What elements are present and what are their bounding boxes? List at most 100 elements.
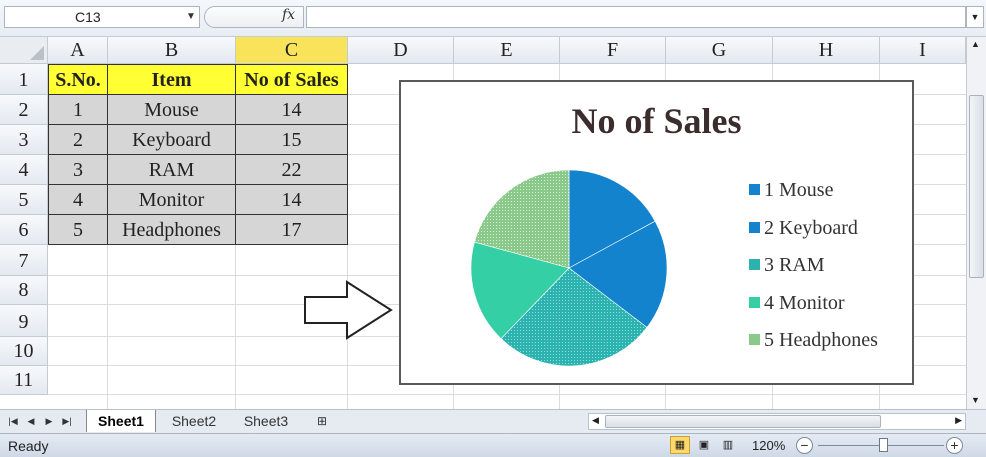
row-header-1[interactable]: 1 xyxy=(0,64,48,95)
column-header-g[interactable]: G xyxy=(666,37,773,64)
table-cell[interactable]: 15 xyxy=(236,125,348,155)
legend-swatch xyxy=(749,184,760,195)
first-sheet-icon[interactable]: |◀ xyxy=(6,413,20,429)
table-cell[interactable]: RAM xyxy=(108,155,236,185)
column-header-i[interactable]: I xyxy=(880,37,966,64)
legend-item: 3 RAM xyxy=(749,253,825,277)
page-break-view-icon[interactable]: ▥ xyxy=(718,436,738,454)
header-cell[interactable]: S.No. xyxy=(48,64,108,95)
zoom-in-button[interactable]: + xyxy=(946,437,963,454)
row-number: 9 xyxy=(18,311,29,333)
row-header-7[interactable]: 7 xyxy=(0,245,48,276)
row-number: 5 xyxy=(18,189,29,211)
chevron-down-icon[interactable]: ▼ xyxy=(184,6,198,28)
table-cell[interactable]: 14 xyxy=(236,95,348,125)
table-cell[interactable]: Monitor xyxy=(108,185,236,215)
header-cell[interactable]: No of Sales xyxy=(236,64,348,95)
formula-bar: C13 ▼ fx ▼ xyxy=(0,0,986,37)
column-header-e[interactable]: E xyxy=(454,37,560,64)
last-sheet-icon[interactable]: ▶| xyxy=(60,413,74,429)
status-text: Ready xyxy=(8,438,49,454)
normal-view-icon[interactable]: ▦ xyxy=(670,436,690,454)
legend-label: 2 Keyboard xyxy=(764,216,858,239)
row-number: 6 xyxy=(18,219,29,241)
row-number: 4 xyxy=(18,159,29,181)
scroll-up-icon[interactable]: ▲ xyxy=(971,39,980,49)
name-box[interactable]: C13 xyxy=(4,6,200,28)
next-sheet-icon[interactable]: ▶ xyxy=(42,413,56,429)
legend-swatch xyxy=(749,259,760,270)
table-cell[interactable]: 5 xyxy=(48,215,108,245)
page-layout-view-icon[interactable]: ▣ xyxy=(694,436,714,454)
row-header-5[interactable]: 5 xyxy=(0,185,48,215)
zoom-level[interactable]: 120% xyxy=(752,438,785,453)
legend-label: 5 Headphones xyxy=(764,329,878,351)
row-number: 7 xyxy=(18,250,29,272)
scroll-left-icon[interactable]: ◀ xyxy=(592,415,599,426)
insert-sheet-icon[interactable]: ⊞ xyxy=(310,410,334,432)
zoom-slider-thumb[interactable] xyxy=(879,438,888,452)
column-header-a[interactable]: A xyxy=(48,37,108,64)
row-header-8[interactable]: 8 xyxy=(0,276,48,305)
status-bar: Ready ▦ ▣ ▥ 120% − + xyxy=(0,433,986,457)
table-cell[interactable]: 2 xyxy=(48,125,108,155)
header-cell[interactable]: Item xyxy=(108,64,236,95)
column-header-b[interactable]: B xyxy=(108,37,236,64)
tab-sheet1[interactable]: Sheet1 xyxy=(86,410,156,432)
tab-sheet2[interactable]: Sheet2 xyxy=(160,410,228,432)
row-number: 11 xyxy=(13,369,34,391)
legend-item: 2 Keyboard xyxy=(749,216,858,240)
row-number: 8 xyxy=(18,279,29,301)
sheet-tabs-bar: |◀ ◀ ▶ ▶| Sheet1 Sheet2 Sheet3 ⊞ ◀ ▶ xyxy=(0,409,986,433)
column-header-c[interactable]: C xyxy=(236,37,348,64)
vertical-scroll-thumb[interactable] xyxy=(969,95,984,278)
table-cell[interactable]: Mouse xyxy=(108,95,236,125)
table-cell[interactable]: 3 xyxy=(48,155,108,185)
expand-formula-bar-button[interactable]: ▼ xyxy=(966,6,984,28)
table-cell[interactable]: Keyboard xyxy=(108,125,236,155)
scroll-right-icon[interactable]: ▶ xyxy=(955,415,962,426)
legend-swatch xyxy=(749,296,760,308)
horizontal-scroll-thumb[interactable] xyxy=(605,415,881,428)
row-header-11[interactable]: 11 xyxy=(0,366,48,395)
prev-sheet-icon[interactable]: ◀ xyxy=(24,413,38,429)
table-cell[interactable]: Headphones xyxy=(108,215,236,245)
formula-input[interactable] xyxy=(306,6,966,28)
table-cell[interactable]: 4 xyxy=(48,185,108,215)
legend-item: 4 Monitor xyxy=(749,291,845,315)
row-number: 10 xyxy=(13,340,34,362)
row-header-10[interactable]: 10 xyxy=(0,337,48,366)
column-header-h[interactable]: H xyxy=(773,37,880,64)
legend-item: 1 Mouse xyxy=(749,178,833,202)
legend-item: 5 Headphones xyxy=(749,328,878,352)
legend-label: 4 Monitor xyxy=(764,291,845,314)
select-all-button[interactable] xyxy=(0,37,48,64)
column-header-f[interactable]: F xyxy=(560,37,666,64)
legend-swatch xyxy=(749,221,760,233)
table-cell[interactable]: 1 xyxy=(48,95,108,125)
table-cell[interactable]: 17 xyxy=(236,215,348,245)
table-cell[interactable]: 14 xyxy=(236,185,348,215)
row-header-4[interactable]: 4 xyxy=(0,155,48,185)
legend-label: 3 RAM xyxy=(764,254,825,276)
insert-function-icon[interactable]: fx xyxy=(282,7,295,23)
horizontal-scrollbar[interactable]: ◀ ▶ xyxy=(588,413,966,430)
zoom-out-button[interactable]: − xyxy=(796,437,813,454)
row-header-9[interactable]: 9 xyxy=(0,305,48,337)
table-cell[interactable]: 22 xyxy=(236,155,348,185)
right-arrow-shape xyxy=(304,280,393,340)
legend-swatch xyxy=(749,334,760,345)
row-header-6[interactable]: 6 xyxy=(0,215,48,245)
pie-chart[interactable]: No of Sales 1 Mouse 2 Keyboard 3 RAM 4 Moni… xyxy=(399,80,914,385)
gridline xyxy=(48,394,966,395)
pie-plot xyxy=(470,169,668,367)
column-header-d[interactable]: D xyxy=(348,37,454,64)
row-header-3[interactable]: 3 xyxy=(0,125,48,155)
row-header-2[interactable]: 2 xyxy=(0,95,48,125)
vertical-scrollbar[interactable]: ▲ ▼ xyxy=(966,37,986,409)
scroll-down-icon[interactable]: ▼ xyxy=(971,395,980,405)
tab-sheet3[interactable]: Sheet3 xyxy=(232,410,300,432)
row-number: 3 xyxy=(18,129,29,151)
row-number: 1 xyxy=(18,69,29,91)
chart-title: No of Sales xyxy=(571,101,742,141)
